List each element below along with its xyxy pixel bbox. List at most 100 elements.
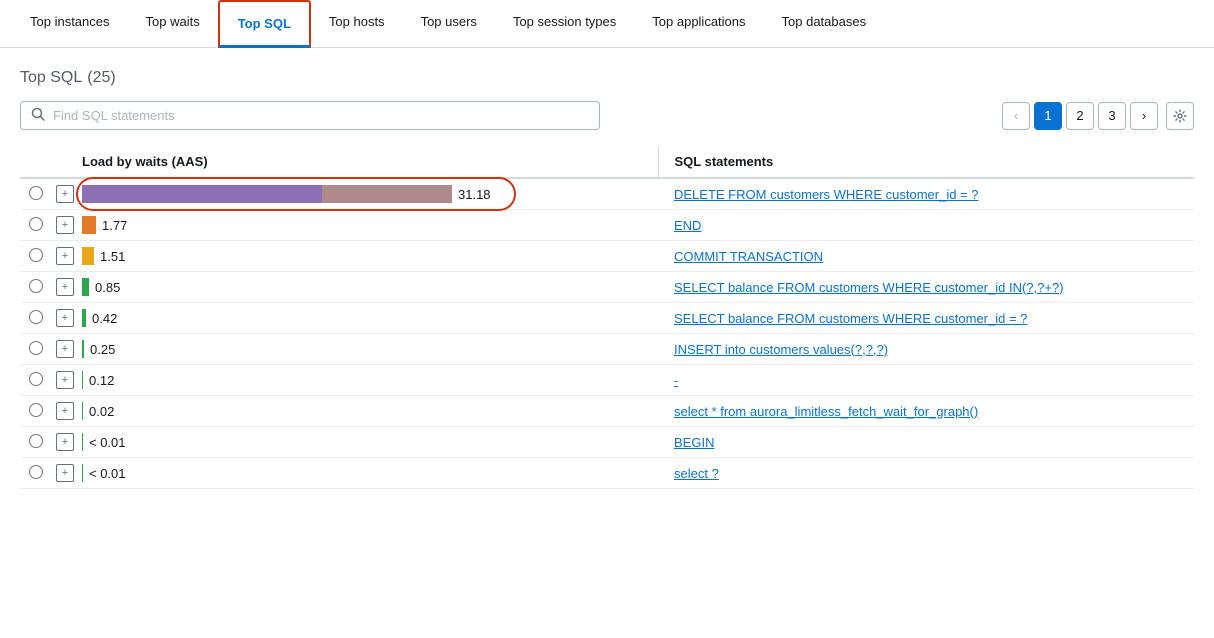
page-3-button[interactable]: 3: [1098, 102, 1126, 130]
tab-top-users[interactable]: Top users: [403, 0, 495, 48]
row-expand-cell: +: [52, 303, 78, 334]
row-radio-cell: [20, 396, 52, 427]
expand-button[interactable]: +: [56, 340, 74, 358]
row-bar-cell: < 0.01: [78, 458, 658, 489]
row-sql-cell: select ?: [658, 458, 1194, 489]
row-expand-cell: +: [52, 458, 78, 489]
bar-container: [82, 433, 83, 451]
row-bar-cell: 0.42: [78, 303, 658, 334]
next-page-button[interactable]: ›: [1130, 102, 1158, 130]
search-box: [20, 101, 600, 130]
table-row: +0.02 select * from aurora_limitless_fetc…: [20, 396, 1194, 427]
expand-button[interactable]: +: [56, 216, 74, 234]
row-radio-input[interactable]: [29, 372, 43, 386]
row-expand-cell: +: [52, 241, 78, 272]
sql-statement-link[interactable]: SELECT balance FROM customers WHERE cust…: [674, 311, 1027, 326]
tab-top-databases[interactable]: Top databases: [764, 0, 885, 48]
tab-top-hosts[interactable]: Top hosts: [311, 0, 403, 48]
sql-statement-link[interactable]: select ?: [674, 466, 719, 481]
expand-button[interactable]: +: [56, 402, 74, 420]
bar-container: [82, 371, 83, 389]
row-radio-input[interactable]: [29, 341, 43, 355]
bar-container: [82, 464, 83, 482]
row-radio-cell: [20, 334, 52, 365]
table-row: + < 0.01 select ?: [20, 458, 1194, 489]
row-expand-cell: +: [52, 210, 78, 241]
bar-segment: [82, 464, 83, 482]
expand-button[interactable]: +: [56, 371, 74, 389]
tab-top-sql[interactable]: Top SQL: [218, 0, 311, 48]
bar-segment: [82, 340, 84, 358]
row-bar-cell: 1.51: [78, 241, 658, 272]
expand-button[interactable]: +: [56, 247, 74, 265]
bar-segment: [82, 433, 83, 451]
expand-button[interactable]: +: [56, 309, 74, 327]
row-radio-cell: [20, 178, 52, 210]
row-radio-cell: [20, 241, 52, 272]
search-input[interactable]: [53, 108, 589, 123]
bar-value: 31.18: [458, 187, 494, 202]
sql-statement-link[interactable]: INSERT into customers values(?,?,?): [674, 342, 888, 357]
table-row: +< 0.01 BEGIN: [20, 427, 1194, 458]
table-row: +1.51 COMMIT TRANSACTION: [20, 241, 1194, 272]
row-radio-cell: [20, 272, 52, 303]
row-radio-cell: [20, 365, 52, 396]
tab-top-session-types[interactable]: Top session types: [495, 0, 634, 48]
row-radio-input[interactable]: [29, 434, 43, 448]
sql-statement-link[interactable]: select * from aurora_limitless_fetch_wai…: [674, 404, 978, 419]
row-radio-input[interactable]: [29, 403, 43, 417]
sql-statement-link[interactable]: COMMIT TRANSACTION: [674, 249, 823, 264]
page-1-button[interactable]: 1: [1034, 102, 1062, 130]
row-radio-input[interactable]: [29, 186, 43, 200]
expand-button[interactable]: +: [56, 433, 74, 451]
bar-segment: [82, 309, 86, 327]
row-expand-cell: +: [52, 427, 78, 458]
row-radio-input[interactable]: [29, 248, 43, 262]
bar-segment: [82, 371, 83, 389]
search-icon: [31, 107, 45, 124]
prev-page-button[interactable]: ‹: [1002, 102, 1030, 130]
expand-button[interactable]: +: [56, 278, 74, 296]
row-sql-cell: END: [658, 210, 1194, 241]
expand-button[interactable]: +: [56, 185, 74, 203]
bar-value: < 0.01: [89, 466, 126, 481]
sql-statement-link[interactable]: BEGIN: [674, 435, 714, 450]
row-sql-cell: DELETE FROM customers WHERE customer_id …: [658, 178, 1194, 210]
bar-container: [82, 247, 94, 265]
page-2-button[interactable]: 2: [1066, 102, 1094, 130]
settings-button[interactable]: [1166, 102, 1194, 130]
table-row: +31.18 DELETE FROM customers WHERE custom…: [20, 178, 1194, 210]
tab-top-waits[interactable]: Top waits: [128, 0, 218, 48]
table-row: +0.85 SELECT balance FROM customers WHERE…: [20, 272, 1194, 303]
row-radio-input[interactable]: [29, 465, 43, 479]
sql-statement-link[interactable]: -: [674, 373, 678, 388]
sql-table: Load by waits (AAS) SQL statements +31.1…: [20, 146, 1194, 489]
row-radio-input[interactable]: [29, 279, 43, 293]
tab-top-instances[interactable]: Top instances: [12, 0, 128, 48]
bar-container: [82, 402, 83, 420]
table-row: +0.42 SELECT balance FROM customers WHERE…: [20, 303, 1194, 334]
bar-segment: [82, 216, 96, 234]
row-expand-cell: +: [52, 365, 78, 396]
bar-container: [82, 185, 452, 203]
sql-statement-link[interactable]: DELETE FROM customers WHERE customer_id …: [674, 187, 979, 202]
tabs-bar: Top instances Top waits Top SQL Top host…: [0, 0, 1214, 48]
row-sql-cell: COMMIT TRANSACTION: [658, 241, 1194, 272]
page-title: Top SQL (25): [20, 66, 1194, 87]
row-bar-cell: 0.25: [78, 334, 658, 365]
tab-top-applications[interactable]: Top applications: [634, 0, 763, 48]
row-bar-cell: 0.02: [78, 396, 658, 427]
bar-container: [82, 278, 89, 296]
bar-value: 0.42: [92, 311, 128, 326]
row-radio-input[interactable]: [29, 217, 43, 231]
bar-segment: [82, 402, 83, 420]
row-radio-cell: [20, 458, 52, 489]
sql-statement-link[interactable]: END: [674, 218, 701, 233]
row-sql-cell: select * from aurora_limitless_fetch_wai…: [658, 396, 1194, 427]
sql-statement-link[interactable]: SELECT balance FROM customers WHERE cust…: [674, 280, 1064, 295]
main-content: Top SQL (25) ‹ 1 2 3 ›: [0, 48, 1214, 507]
row-radio-input[interactable]: [29, 310, 43, 324]
row-bar-cell: 0.85: [78, 272, 658, 303]
row-bar-cell: < 0.01: [78, 427, 658, 458]
expand-button[interactable]: +: [56, 464, 74, 482]
